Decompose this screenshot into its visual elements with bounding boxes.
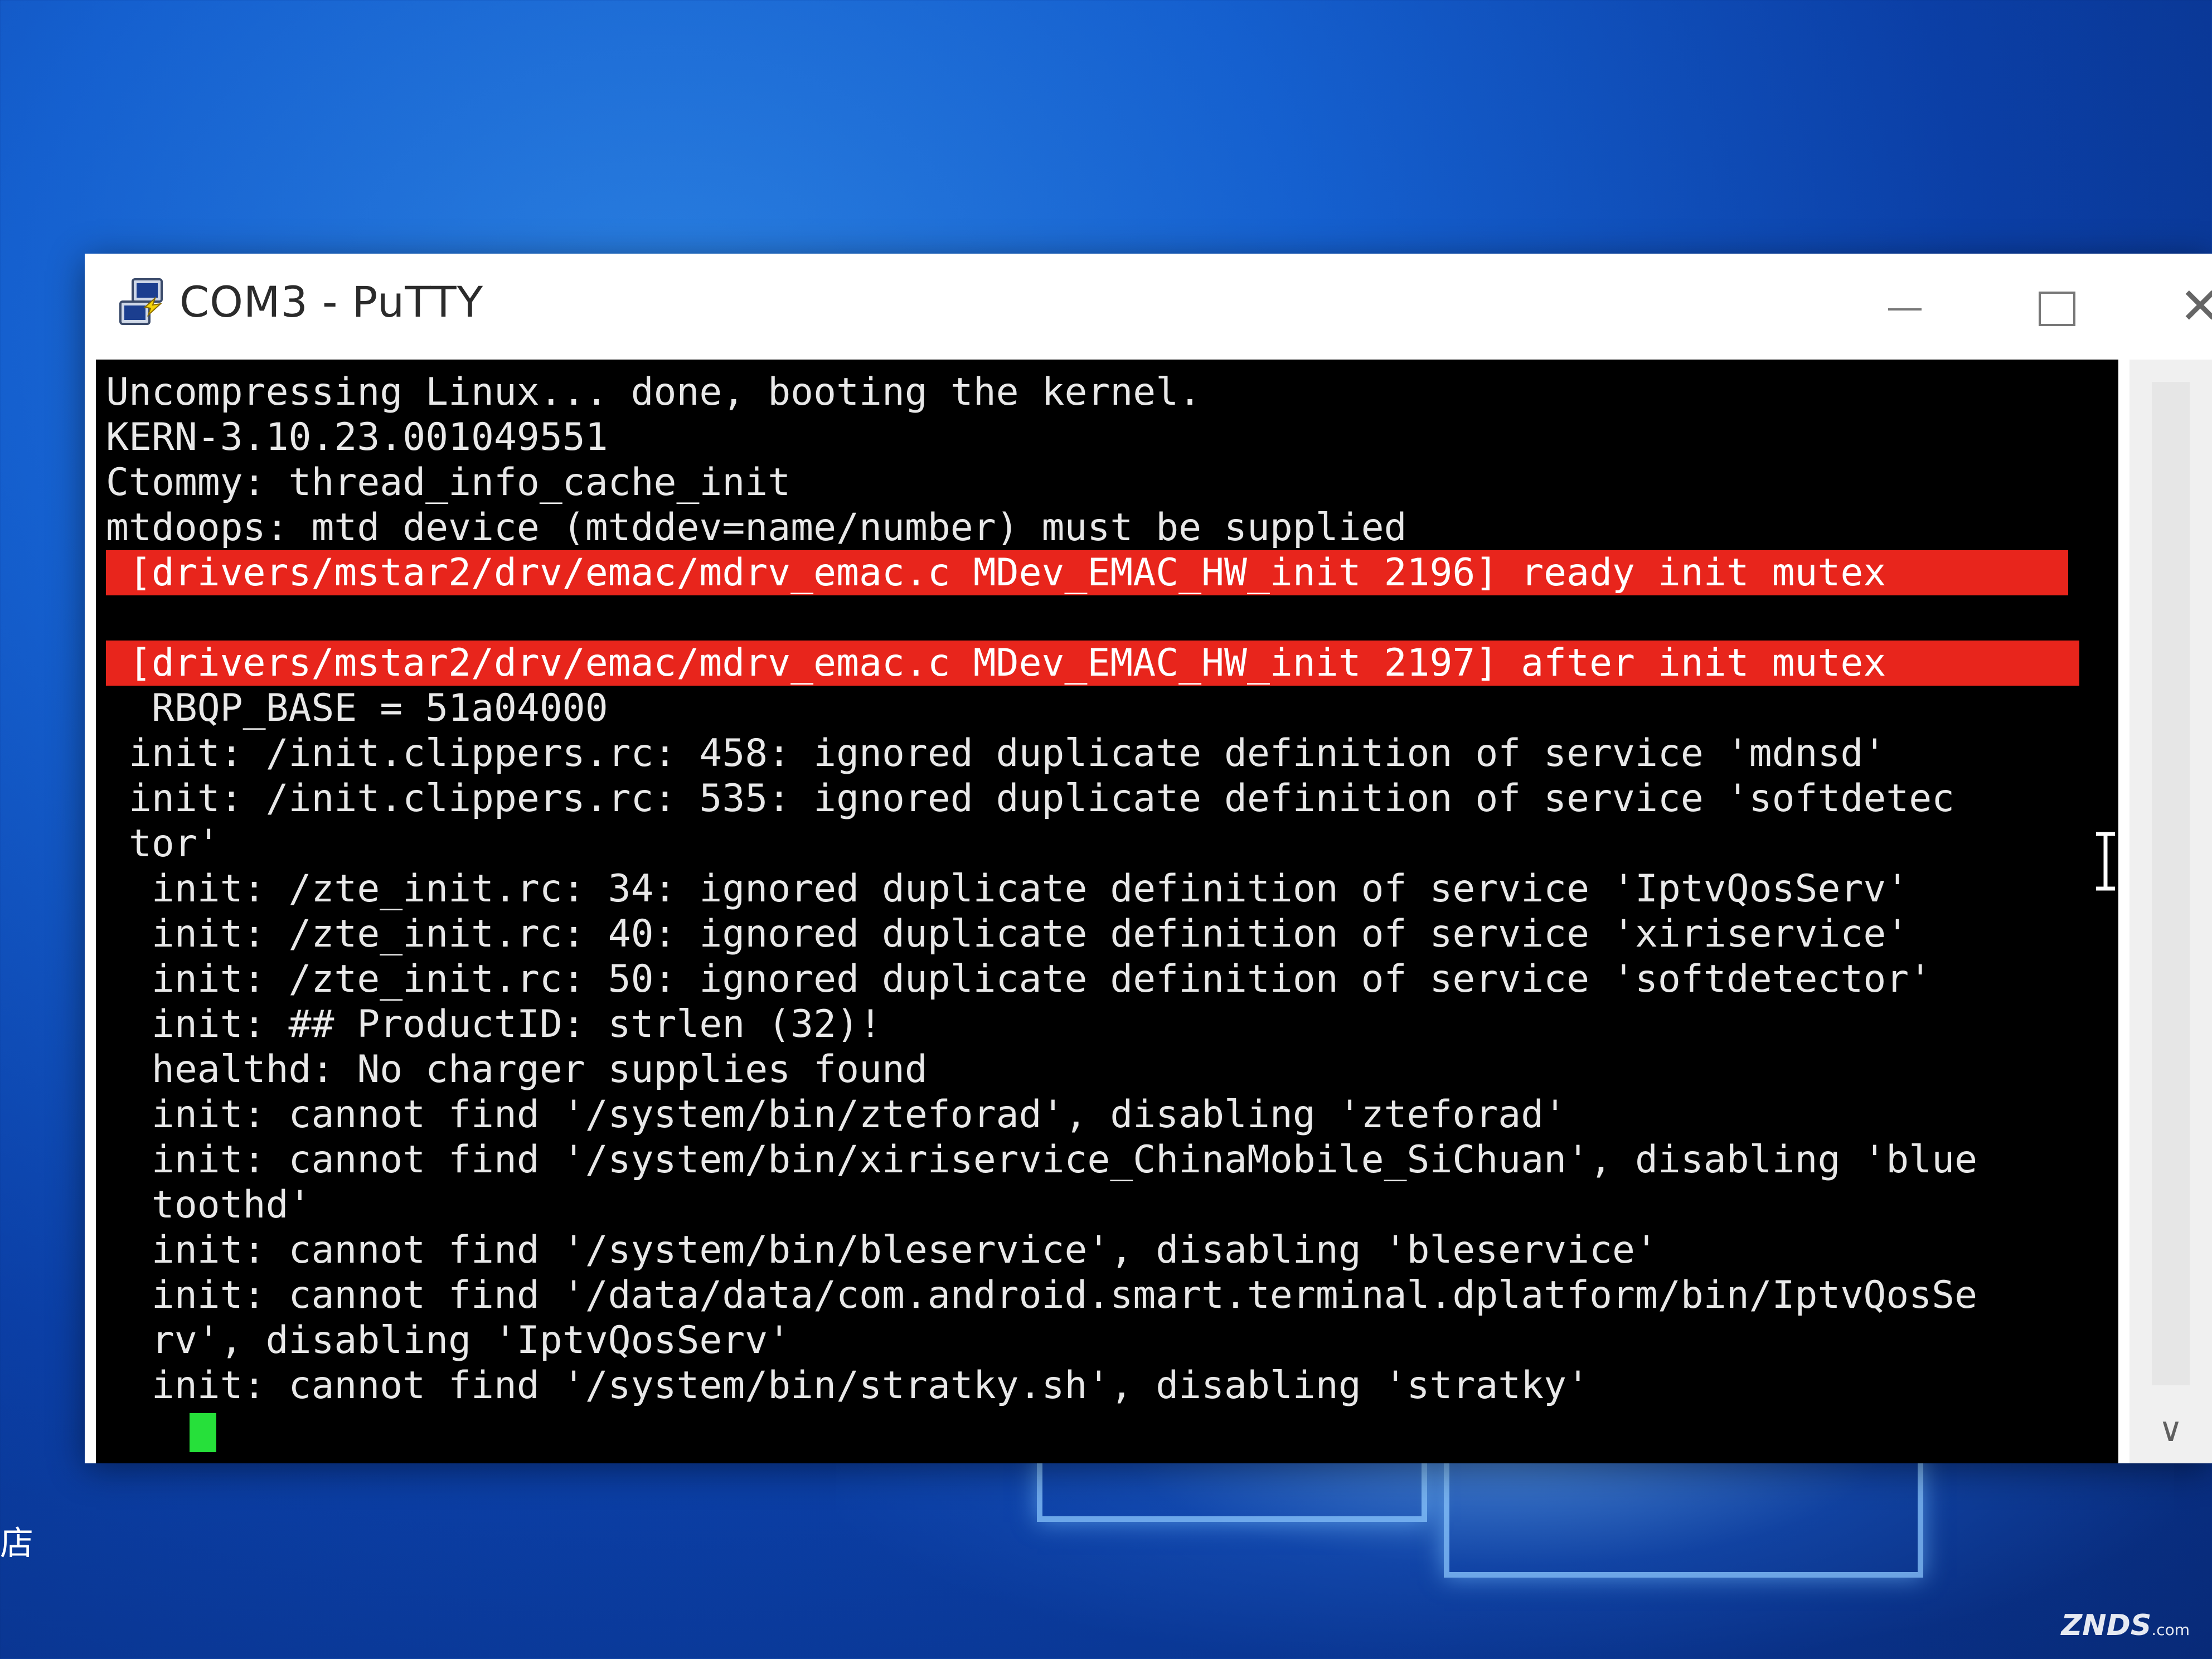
terminal-line: rv', disabling 'IptvQosServ'	[106, 1318, 791, 1362]
putty-window[interactable]: COM3 - PuTTY ✕ Uncompressing Linux... do…	[85, 254, 2212, 1463]
terminal-line: init: /zte_init.rc: 50: ignored duplicat…	[106, 957, 1932, 1001]
watermark-suffix: .com	[2151, 1621, 2190, 1639]
terminal-line: init: cannot find '/system/bin/stratky.s…	[106, 1364, 1590, 1408]
terminal-line: Ctommy: thread_info_cache_init	[106, 460, 791, 505]
terminal-line: RBQP_BASE = 51a04000	[106, 686, 608, 730]
terminal-line: init: cannot find '/system/bin/zteforad'…	[106, 1093, 1567, 1137]
putty-icon	[119, 278, 163, 325]
terminal-line-highlighted: [drivers/mstar2/drv/emac/mdrv_emac.c MDe…	[106, 641, 2079, 686]
maximize-button[interactable]	[2014, 276, 2097, 337]
terminal-cursor-line	[106, 1408, 2113, 1453]
vertical-scrollbar[interactable]: ∨	[2129, 360, 2212, 1463]
terminal-line: toothd'	[106, 1183, 312, 1227]
close-button[interactable]: ✕	[2158, 276, 2212, 337]
terminal-line: init: cannot find '/system/bin/bleservic…	[106, 1228, 1658, 1272]
terminal-lines: Uncompressing Linux... done, booting the…	[106, 370, 2113, 1453]
terminal-line: tor'	[106, 822, 220, 866]
text-cursor-ibeam-icon	[2096, 832, 2115, 891]
terminal-line: Uncompressing Linux... done, booting the…	[106, 370, 1202, 414]
windows-logo-pane-right	[1444, 1449, 1923, 1578]
scroll-down-arrow-icon[interactable]: ∨	[2129, 1396, 2212, 1463]
terminal-line-highlighted: [drivers/mstar2/drv/emac/mdrv_emac.c MDe…	[106, 550, 2068, 595]
window-title: COM3 - PuTTY	[180, 277, 484, 327]
watermark-text: ZNDS	[2061, 1609, 2152, 1642]
terminal-line: KERN-3.10.23.001049551	[106, 415, 608, 459]
title-bar[interactable]: COM3 - PuTTY ✕	[85, 254, 2212, 360]
terminal-line: init: /init.clippers.rc: 458: ignored du…	[106, 731, 1886, 775]
terminal-line: init: /zte_init.rc: 34: ignored duplicat…	[106, 867, 1909, 911]
desktop-icon-label-fragment: 店	[0, 1524, 33, 1563]
terminal-line: init: cannot find '/data/data/com.androi…	[106, 1273, 1978, 1317]
watermark-logo: ZNDS.com	[2061, 1609, 2190, 1642]
terminal-line: init: /zte_init.rc: 40: ignored duplicat…	[106, 912, 1909, 956]
terminal-line: mtdoops: mtd device (mtddev=name/number)…	[106, 506, 1407, 550]
terminal-line: healthd: No charger supplies found	[106, 1047, 928, 1092]
minimize-button[interactable]	[1863, 276, 1947, 337]
terminal-line: init: cannot find '/system/bin/xiriservi…	[106, 1138, 1978, 1182]
terminal-line: init: /init.clippers.rc: 535: ignored du…	[106, 777, 1955, 821]
terminal-output[interactable]: Uncompressing Linux... done, booting the…	[96, 360, 2118, 1463]
terminal-line: init: ## ProductID: strlen (32)!	[106, 1002, 882, 1046]
scrollbar-thumb[interactable]	[2152, 382, 2190, 1385]
terminal-cursor	[190, 1413, 216, 1453]
